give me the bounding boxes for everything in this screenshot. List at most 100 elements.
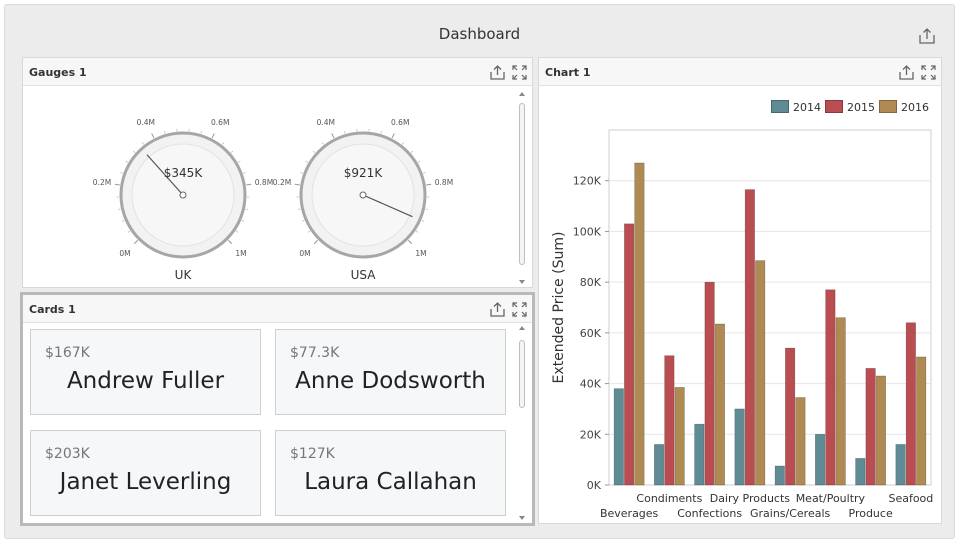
- bar-chart: 0K 20K 40K 60K 80K 100K 120K Extended Price (Su…: [551, 129, 933, 520]
- x-tick-label: Beverages: [600, 507, 659, 520]
- gauge-minor-tick: [307, 230, 311, 233]
- bar-2016-8: [916, 356, 927, 486]
- gauge-tick: [407, 239, 413, 245]
- gauge-minor-tick: [321, 142, 325, 145]
- gauge-tick-label: 0.6M: [391, 118, 409, 127]
- bar-2014-2: [654, 444, 665, 486]
- card-name: Janet Leverling: [59, 469, 232, 495]
- maximize-icon[interactable]: [511, 301, 528, 318]
- maximize-icon[interactable]: [511, 64, 528, 81]
- bar-2015-5: [785, 347, 796, 486]
- bar-2015-3: [704, 281, 715, 486]
- bar-2014-7: [855, 458, 866, 486]
- card-name: Anne Dodsworth: [295, 368, 486, 394]
- bar-2015-1: [624, 223, 635, 486]
- y-tick-label: 120K: [573, 175, 602, 188]
- scroll-thumb[interactable]: [519, 340, 525, 408]
- bar-2016-1: [634, 162, 645, 486]
- scroll-down-arrow[interactable]: [519, 516, 525, 520]
- gauge-minor-tick: [235, 230, 239, 233]
- card-value: $203K: [45, 446, 90, 462]
- bar-2014-4: [734, 408, 745, 486]
- gauge-tick-label: 0.2M: [273, 178, 291, 187]
- scroll-down-arrow[interactable]: [519, 280, 525, 284]
- card-name: Andrew Fuller: [66, 368, 225, 394]
- gauge-minor-tick: [417, 160, 421, 163]
- bar-2016-6: [835, 317, 846, 486]
- gauge-minor-tick: [241, 220, 245, 222]
- card-andrew-fuller[interactable]: $167K Andrew Fuller: [30, 329, 261, 415]
- gauge-minor-tick: [118, 208, 121, 210]
- y-tick-label: 0K: [587, 479, 602, 492]
- gauges-scrollbar[interactable]: [518, 92, 527, 284]
- gauge-tick: [331, 133, 335, 139]
- maximize-icon[interactable]: [920, 64, 937, 81]
- card-anne-dodsworth[interactable]: $77.3K Anne Dodsworth: [275, 329, 506, 415]
- gauge-minor-tick: [230, 150, 234, 153]
- gauge-tick-label: 0.2M: [93, 178, 111, 187]
- gauge-minor-tick: [401, 142, 405, 145]
- gauge-pivot: [179, 191, 187, 199]
- gauge-minor-tick: [221, 142, 225, 145]
- bar-2015-7: [865, 368, 876, 486]
- bar-2015-6: [825, 289, 836, 486]
- gauge-minor-tick: [300, 172, 303, 174]
- chart-panel: Chart 1 2014 2015 2016 0K 20K 40K 60K 80K 100…: [538, 57, 942, 524]
- gauge-tick: [426, 183, 432, 186]
- x-tick-label: Meat/Poultry: [796, 492, 866, 505]
- chart-panel-header: Chart 1: [539, 58, 941, 86]
- gauge-minor-tick: [132, 150, 136, 153]
- card-janet-leverling[interactable]: $203K Janet Leverling: [30, 430, 261, 516]
- cards-scrollbar[interactable]: [518, 326, 527, 520]
- gauges-panel-header: Gauges 1: [23, 58, 532, 86]
- scroll-up-arrow[interactable]: [519, 326, 525, 330]
- gauge-tick: [151, 133, 155, 139]
- gauge-pivot: [359, 191, 367, 199]
- gauge-tick-label: 0M: [119, 249, 130, 258]
- y-tick-label: 80K: [580, 276, 602, 289]
- gauges-panel: Gauges 1 0M 0.2M 0.4M 0.6M 0.8M 1M $345K UK 0M…: [22, 57, 533, 288]
- scroll-thumb[interactable]: [519, 103, 525, 265]
- card-laura-callahan[interactable]: $127K Laura Callahan: [275, 430, 506, 516]
- scroll-up-arrow[interactable]: [519, 92, 525, 96]
- gauge-minor-tick: [380, 131, 382, 134]
- gauge-minor-tick: [410, 150, 414, 153]
- bar-2016-7: [875, 375, 886, 486]
- gauge-uk: 0M0.2M0.4M 0.6M0.8M1M$345K: [93, 118, 273, 259]
- export-icon[interactable]: [898, 64, 915, 81]
- y-tick-label: 60K: [580, 327, 602, 340]
- gauge-tick-label: 0.8M: [435, 178, 453, 187]
- gauges-panel-title: Gauges 1: [29, 66, 87, 79]
- bar-2014-3: [694, 423, 705, 486]
- y-tick-label: 100K: [573, 225, 602, 238]
- cards-panel: Cards 1 $167K Andrew Fuller $77.3K Anne …: [20, 292, 535, 526]
- x-tick-label: Grains/Cereals: [750, 507, 831, 520]
- y-tick-label: 20K: [580, 428, 602, 441]
- gauge-tick-label: 0.4M: [137, 118, 155, 127]
- gauge-minor-tick: [415, 230, 419, 233]
- gauge-minor-tick: [127, 230, 131, 233]
- gauge-usa: 0M 0.2M 0.4M 0.6M 0.8M 1M $921K: [273, 118, 453, 259]
- export-icon[interactable]: [489, 301, 506, 318]
- gauge-tick-label: 1M: [415, 249, 426, 258]
- bar-2014-1: [613, 388, 624, 486]
- gauge-tick-label: 0.4M: [317, 118, 335, 127]
- gauge-minor-tick: [298, 208, 301, 210]
- export-icon[interactable]: [918, 27, 936, 45]
- bar-2015-4: [744, 189, 755, 486]
- gauge-value: $345K: [164, 166, 204, 180]
- bar-2016-3: [714, 323, 725, 486]
- bar-2016-2: [674, 387, 685, 486]
- gauge-tick: [391, 133, 395, 139]
- gauge-minor-tick: [237, 160, 241, 163]
- bar-2016-4: [755, 260, 766, 486]
- gauge-tick-label: 1M: [235, 249, 246, 258]
- chart-panel-title: Chart 1: [545, 66, 591, 79]
- y-axis-label: Extended Price (Sum): [551, 232, 567, 384]
- export-icon[interactable]: [489, 64, 506, 81]
- gauge-tick: [294, 183, 300, 186]
- dashboard: Dashboard Gauges 1 0M 0.2M 0.4M 0.6M 0.8M 1M $…: [4, 4, 955, 539]
- gauge-minor-tick: [421, 220, 425, 222]
- card-value: $77.3K: [290, 345, 340, 361]
- gauge-minor-tick: [301, 220, 305, 222]
